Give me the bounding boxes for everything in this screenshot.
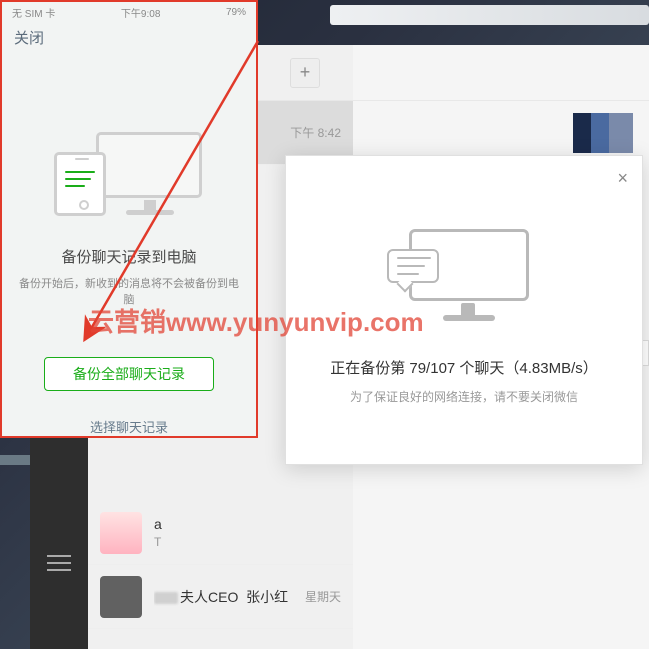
phone-screen-subtitle: 备份开始后，新收到的消息将不会被备份到电脑 (2, 275, 256, 307)
phone-status-bar: 无 SIM 卡 下午9:08 79% (2, 2, 256, 22)
conversation-header (353, 45, 649, 101)
chat-item[interactable]: a T (88, 501, 353, 565)
select-chats-link[interactable]: 选择聊天记录 (2, 417, 256, 436)
avatar (100, 512, 142, 554)
chat-item-time: 下午 8:42 (290, 124, 341, 141)
avatar (100, 576, 142, 618)
battery-label: 79% (226, 7, 246, 18)
phone-nav-bar: 关闭 (2, 22, 256, 52)
add-button[interactable]: + (290, 58, 320, 88)
chat-bubble-icon (387, 249, 439, 283)
backup-illustration (389, 229, 539, 329)
chat-item-time: 星期天 (305, 588, 341, 605)
carrier-label: 无 SIM 卡 (12, 5, 55, 20)
clock-label: 下午9:08 (121, 5, 160, 20)
chat-item[interactable]: 夫人CEO 张小红 星期天 (88, 565, 353, 629)
dialog-title: 正在备份第 79/107 个聊天（4.83MB/s） (330, 357, 598, 378)
close-icon[interactable]: × (617, 168, 628, 189)
phone-backup-screen: 无 SIM 卡 下午9:08 79% 关闭 备份聊天记录到电脑 备份开始后，新收… (0, 0, 258, 438)
message-image-thumb[interactable] (573, 113, 633, 153)
chat-item-name: 夫人CEO 张小红 (154, 587, 293, 607)
phone-illustration (54, 132, 204, 222)
dialog-subtitle: 为了保证良好的网络连接，请不要关闭微信 (350, 388, 578, 405)
phone-screen-title: 备份聊天记录到电脑 (2, 246, 256, 267)
bg-strip (330, 5, 649, 25)
backup-progress-dialog: × 正在备份第 79/107 个聊天（4.83MB/s） 为了保证良好的网络连接… (285, 155, 643, 465)
chat-item-preview: T (154, 535, 341, 549)
menu-icon[interactable] (47, 555, 71, 557)
backup-all-button[interactable]: 备份全部聊天记录 (44, 357, 214, 391)
close-button[interactable]: 关闭 (14, 27, 44, 48)
chat-item-name: a (154, 516, 341, 532)
phone-device-icon (54, 152, 106, 216)
